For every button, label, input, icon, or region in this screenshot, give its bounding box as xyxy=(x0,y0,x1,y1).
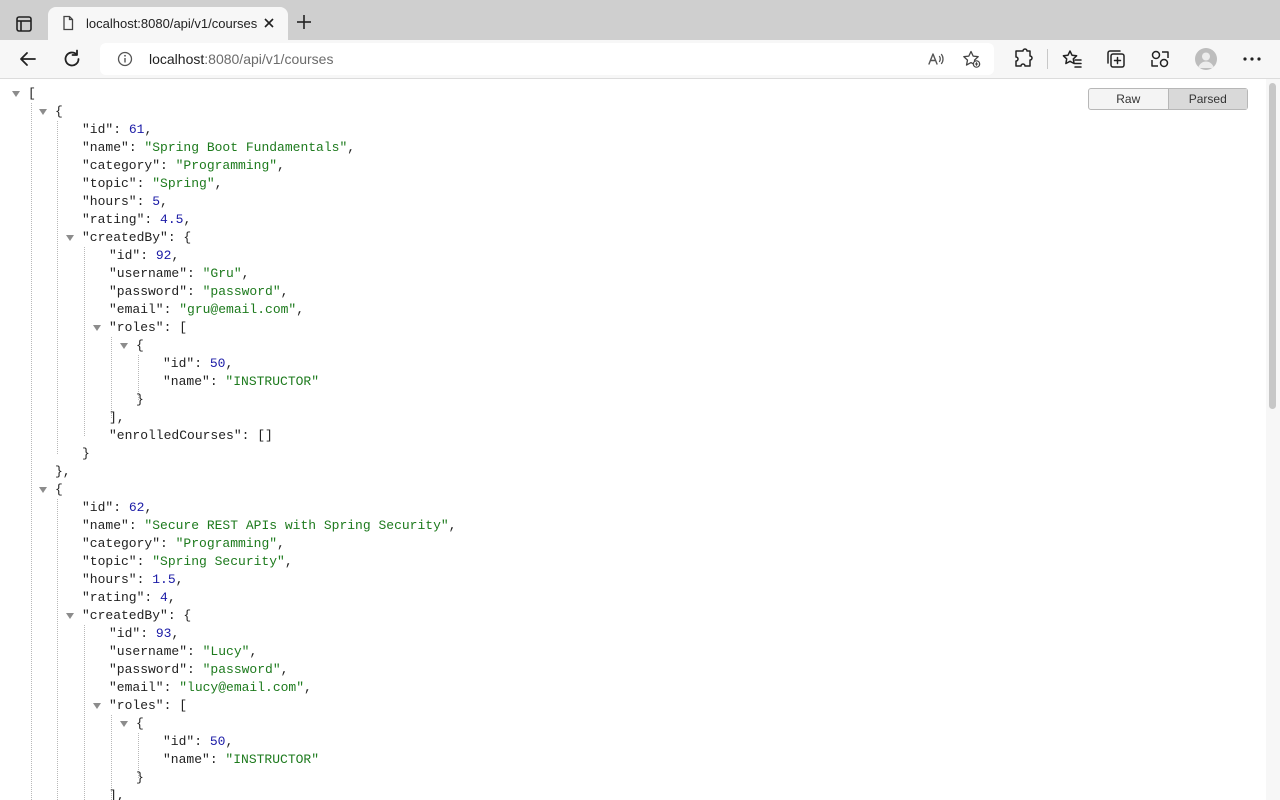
json-line: "category": "Programming", xyxy=(82,158,285,173)
scrollbar-thumb[interactable] xyxy=(1269,83,1276,409)
collapse-toggle-icon[interactable] xyxy=(93,325,101,331)
json-line: "password": "password", xyxy=(109,284,289,299)
json-viewer: [ { "id": 61, "name": "Spring Boot Funda… xyxy=(0,79,1266,800)
json-line: { xyxy=(55,104,63,119)
guide-line xyxy=(84,625,85,800)
json-line: "id": 93, xyxy=(109,626,180,641)
json-line: "hours": 5, xyxy=(82,194,168,209)
info-icon[interactable] xyxy=(117,51,133,67)
vertical-scrollbar[interactable] xyxy=(1266,79,1280,800)
json-line: "rating": 4, xyxy=(82,590,176,605)
json-line: "createdBy": { xyxy=(82,230,192,245)
json-line: "name": "INSTRUCTOR" xyxy=(163,374,320,389)
json-line: "password": "password", xyxy=(109,662,289,677)
json-line: "topic": "Spring Security", xyxy=(82,554,293,569)
read-aloud-icon[interactable] xyxy=(926,49,946,69)
close-tab-icon[interactable] xyxy=(260,14,278,32)
add-favorite-icon[interactable] xyxy=(961,49,981,69)
profile-icon xyxy=(1198,52,1214,68)
json-line: "enrolledCourses": [] xyxy=(109,428,273,443)
browser-toolbar: localhost:8080/api/v1/courses xyxy=(0,40,1280,79)
refresh-icon[interactable] xyxy=(60,47,84,71)
guide-line xyxy=(57,121,58,454)
tab-title: localhost:8080/api/v1/courses xyxy=(86,16,258,31)
tab-actions-icon[interactable] xyxy=(12,12,36,36)
json-line: "id": 61, xyxy=(82,122,153,137)
json-line: "username": "Lucy", xyxy=(109,644,258,659)
json-line: "id": 62, xyxy=(82,500,153,515)
json-line: "createdBy": { xyxy=(82,608,192,623)
json-line: "category": "Programming", xyxy=(82,536,285,551)
guide-line xyxy=(111,337,112,418)
json-line: ], xyxy=(109,788,125,800)
collapse-toggle-icon[interactable] xyxy=(120,343,128,349)
json-line: } xyxy=(136,770,144,785)
guide-line xyxy=(57,499,58,800)
json-line: "name": "Secure REST APIs with Spring Se… xyxy=(82,518,457,533)
page-icon xyxy=(63,15,74,31)
json-line: "rating": 4.5, xyxy=(82,212,192,227)
json-line: "roles": [ xyxy=(109,698,188,713)
guide-line xyxy=(31,103,32,800)
json-line: "email": "lucy@email.com", xyxy=(109,680,312,695)
tab-courses[interactable]: localhost:8080/api/v1/courses xyxy=(48,7,288,40)
parsed-button[interactable]: Parsed xyxy=(1167,89,1247,109)
extensions-icon[interactable] xyxy=(1011,47,1035,71)
new-tab-icon[interactable] xyxy=(294,12,314,32)
address-bar[interactable]: localhost:8080/api/v1/courses xyxy=(100,43,994,75)
json-line: } xyxy=(136,392,144,407)
url-text: localhost:8080/api/v1/courses xyxy=(149,51,334,67)
json-line: { xyxy=(136,716,144,731)
collapse-toggle-icon[interactable] xyxy=(120,721,128,727)
json-line: } xyxy=(82,446,90,461)
collapse-toggle-icon[interactable] xyxy=(39,487,47,493)
view-mode-toggle: Raw Parsed xyxy=(1088,88,1248,110)
raw-button[interactable]: Raw xyxy=(1089,89,1168,109)
browser-essentials-icon[interactable] xyxy=(1148,47,1172,71)
toolbar-separator xyxy=(1047,49,1048,69)
json-line: ], xyxy=(109,410,125,425)
collapse-toggle-icon[interactable] xyxy=(12,91,20,97)
json-line: }, xyxy=(55,464,71,479)
json-line: "roles": [ xyxy=(109,320,188,335)
json-line: { xyxy=(55,482,63,497)
collapse-toggle-icon[interactable] xyxy=(93,703,101,709)
json-line: "username": "Gru", xyxy=(109,266,250,281)
guide-line xyxy=(84,247,85,436)
json-line: "email": "gru@email.com", xyxy=(109,302,305,317)
json-line: "id": 92, xyxy=(109,248,180,263)
json-line: [ xyxy=(28,86,36,101)
more-menu-icon[interactable] xyxy=(1240,47,1264,71)
collapse-toggle-icon[interactable] xyxy=(66,613,74,619)
json-line: "id": 50, xyxy=(163,734,234,749)
collapse-toggle-icon[interactable] xyxy=(39,109,47,115)
json-line: { xyxy=(136,338,144,353)
favorites-icon[interactable] xyxy=(1060,47,1084,71)
json-line: "hours": 1.5, xyxy=(82,572,184,587)
json-line: "id": 50, xyxy=(163,356,234,371)
tab-strip: localhost:8080/api/v1/courses xyxy=(0,0,1280,40)
json-line: "topic": "Spring", xyxy=(82,176,223,191)
back-icon[interactable] xyxy=(16,47,40,71)
json-line: "name": "Spring Boot Fundamentals", xyxy=(82,140,356,155)
collapse-toggle-icon[interactable] xyxy=(66,235,74,241)
collections-icon[interactable] xyxy=(1104,47,1128,71)
profile-avatar[interactable] xyxy=(1195,48,1217,70)
json-line: "name": "INSTRUCTOR" xyxy=(163,752,320,767)
